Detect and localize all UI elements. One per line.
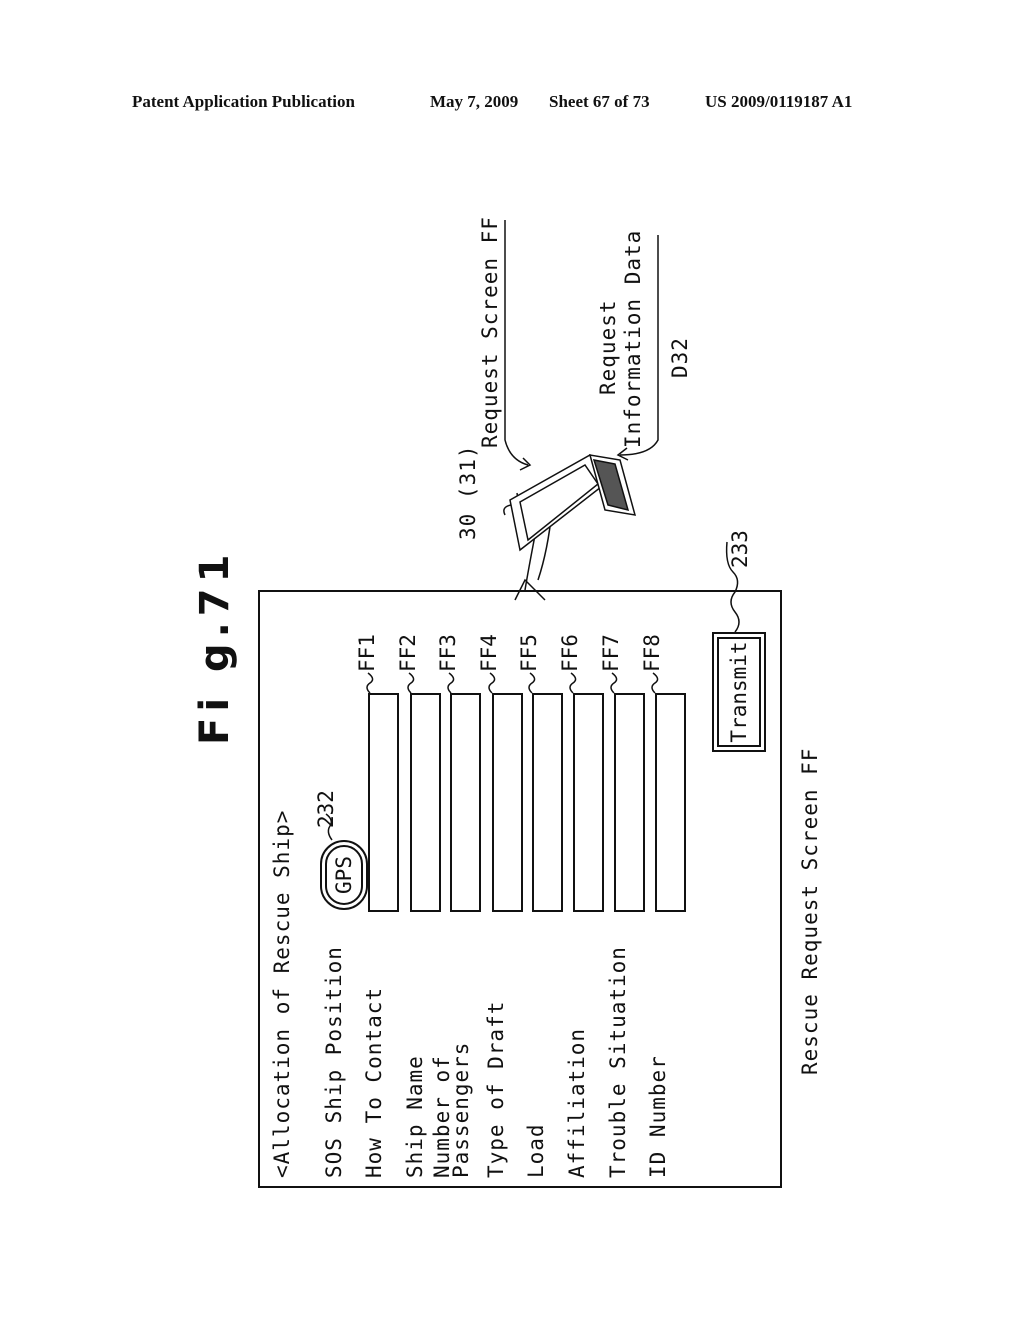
field-label-affiliation: Affiliation bbox=[565, 1027, 589, 1178]
ref-233: 233 bbox=[728, 530, 752, 568]
ref-ff1: FF1 bbox=[355, 634, 379, 672]
laptop-icon bbox=[509, 454, 637, 552]
input-id-number[interactable] bbox=[655, 693, 686, 912]
screen-heading: <Allocation of Rescue Ship> bbox=[270, 809, 294, 1178]
transmit-button-label: Transmit bbox=[717, 637, 761, 747]
input-trouble-situation[interactable] bbox=[614, 693, 645, 912]
field-label-id-number: ID Number bbox=[646, 1055, 670, 1178]
publication-date: May 7, 2009 bbox=[430, 92, 519, 111]
field-label-ship-name: Ship Name bbox=[403, 1055, 427, 1178]
ref-ff4: FF4 bbox=[477, 634, 501, 672]
input-ship-name[interactable] bbox=[410, 693, 441, 912]
gps-button-label: GPS bbox=[325, 845, 363, 905]
publication-label: Patent Application Publication bbox=[132, 92, 355, 111]
request-info-label-line1: Request bbox=[596, 299, 620, 395]
request-screen-label: Request Screen FF bbox=[478, 216, 502, 448]
ref-ff6: FF6 bbox=[558, 634, 582, 672]
field-label-how-to-contact: How To Contact bbox=[362, 986, 386, 1178]
patent-number: US 2009/0119187 A1 bbox=[705, 92, 853, 111]
ref-232: 232 bbox=[314, 790, 338, 828]
sheet-number: Sheet 67 of 73 bbox=[549, 92, 650, 111]
figure-title: Fi g.71 bbox=[192, 548, 238, 745]
input-load[interactable] bbox=[532, 693, 563, 912]
transmit-button[interactable]: Transmit bbox=[712, 632, 766, 752]
figure-caption: Rescue Request Screen FF bbox=[798, 747, 822, 1075]
ref-ff5: FF5 bbox=[517, 634, 541, 672]
request-screen-line bbox=[504, 220, 529, 466]
field-label-passengers: Passengers bbox=[449, 1041, 473, 1178]
field-label-trouble-situation: Trouble Situation bbox=[606, 946, 630, 1178]
gps-button[interactable]: GPS bbox=[320, 840, 368, 910]
ref-ff2: FF2 bbox=[396, 634, 420, 672]
figure-71: Fi g.71 <Allocation of Rescue Ship> SOS … bbox=[180, 200, 830, 1200]
field-label-type-of-draft: Type of Draft bbox=[484, 1000, 508, 1178]
request-info-ref: D32 bbox=[668, 337, 692, 378]
field-label-sos-position: SOS Ship Position bbox=[322, 946, 346, 1178]
input-affiliation[interactable] bbox=[573, 693, 604, 912]
ref-ff3: FF3 bbox=[436, 634, 460, 672]
request-info-label-line2: Information Data bbox=[621, 229, 645, 448]
field-label-load: Load bbox=[524, 1123, 548, 1178]
input-type-of-draft[interactable] bbox=[492, 693, 523, 912]
ref-ff8: FF8 bbox=[640, 634, 664, 672]
terminal-ref: 30 (31) bbox=[456, 444, 480, 540]
input-number-of-passengers[interactable] bbox=[450, 693, 481, 912]
input-how-to-contact[interactable] bbox=[368, 693, 399, 912]
ref-ff7: FF7 bbox=[599, 634, 623, 672]
